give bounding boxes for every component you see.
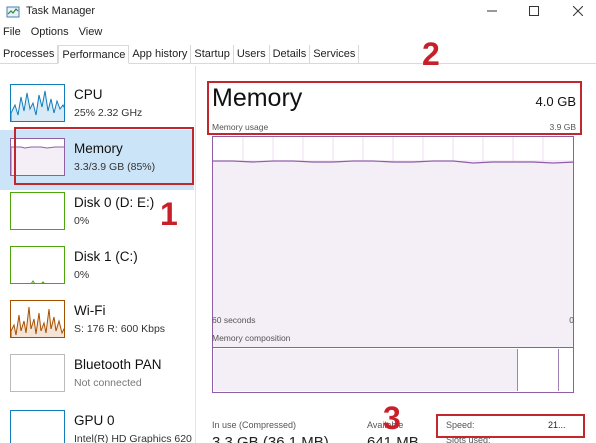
- tab-details[interactable]: Details: [270, 45, 311, 64]
- gpu-thumbnail-graph: [10, 410, 65, 443]
- sidebar-item-label: Wi-Fi: [74, 303, 106, 318]
- maximize-button[interactable]: [522, 2, 546, 20]
- menu-file[interactable]: File: [3, 26, 21, 42]
- menu-view[interactable]: View: [79, 26, 103, 42]
- cpu-thumbnail-graph: [10, 84, 65, 122]
- task-manager-icon: [6, 6, 20, 18]
- sidebar-item-label: Bluetooth PAN: [74, 357, 162, 372]
- sidebar-item-wifi[interactable]: Wi-Fi S: 176 R: 600 Kbps: [0, 292, 194, 352]
- sidebar-item-detail: 0%: [74, 215, 90, 227]
- window-title: Task Manager: [26, 5, 96, 17]
- sidebar-item-detail: S: 176 R: 600 Kbps: [74, 323, 166, 335]
- minimize-icon: [487, 10, 497, 12]
- disk-1-thumbnail-graph: [10, 246, 65, 284]
- sidebar-item-label: CPU: [74, 87, 103, 102]
- tab-app-history[interactable]: App history: [129, 45, 192, 64]
- sidebar-item-gpu-0[interactable]: GPU 0 Intel(R) HD Graphics 620: [0, 402, 194, 443]
- title-bar: Task Manager: [0, 0, 596, 24]
- sidebar-item-detail: 0%: [74, 269, 90, 281]
- composition-in-use-segment: [214, 349, 518, 391]
- menu-bar: File Options View: [0, 26, 102, 42]
- sidebar-item-label: GPU 0: [74, 413, 115, 428]
- sidebar-item-detail: 25% 2.32 GHz: [74, 107, 143, 119]
- sidebar-item-label: Disk 1 (C:): [74, 249, 138, 264]
- annotation-box-1: [14, 127, 194, 185]
- tab-startup[interactable]: Startup: [191, 45, 234, 64]
- graph-axis-right-label: 0: [569, 315, 574, 325]
- disk-0-thumbnail-graph: [10, 192, 65, 230]
- tab-services[interactable]: Services: [310, 45, 360, 64]
- tab-strip: Processes Performance App history Startu…: [0, 45, 596, 64]
- menu-options[interactable]: Options: [31, 26, 69, 42]
- sidebar-item-detail: Intel(R) HD Graphics 620: [74, 433, 192, 443]
- bluetooth-thumbnail-graph: [10, 354, 65, 392]
- memory-composition-bar: [212, 347, 574, 393]
- in-use-label: In use (Compressed): [212, 420, 297, 430]
- close-button[interactable]: [566, 2, 590, 20]
- close-icon: [573, 6, 583, 16]
- graph-axis-left-label: 60 seconds: [212, 315, 256, 325]
- annotation-box-3: [436, 414, 585, 438]
- composition-standby-segment: [519, 349, 559, 391]
- performance-sidebar: CPU 25% 2.32 GHz Memory 3.3/3.9 GB (85%)…: [0, 66, 196, 443]
- in-use-value: 3.3 GB (36.1 MB): [212, 434, 329, 443]
- sidebar-item-label: Disk 0 (D: E:): [74, 195, 155, 210]
- annotation-number-1: 1: [160, 196, 178, 232]
- annotation-number-2: 2: [422, 36, 440, 72]
- maximize-icon: [529, 6, 539, 16]
- sidebar-item-disk-1[interactable]: Disk 1 (C:) 0%: [0, 238, 194, 298]
- annotation-number-3: 3: [383, 400, 401, 436]
- sidebar-item-bluetooth-pan[interactable]: Bluetooth PAN Not connected: [0, 346, 194, 406]
- memory-composition-label: Memory composition: [212, 333, 291, 343]
- wifi-thumbnail-graph: [10, 300, 65, 338]
- sidebar-item-detail: Not connected: [74, 377, 142, 389]
- tab-performance[interactable]: Performance: [58, 45, 130, 64]
- minimize-button[interactable]: [480, 2, 504, 20]
- tab-processes[interactable]: Processes: [0, 45, 59, 64]
- tab-users[interactable]: Users: [234, 45, 270, 64]
- annotation-box-2: [207, 81, 582, 135]
